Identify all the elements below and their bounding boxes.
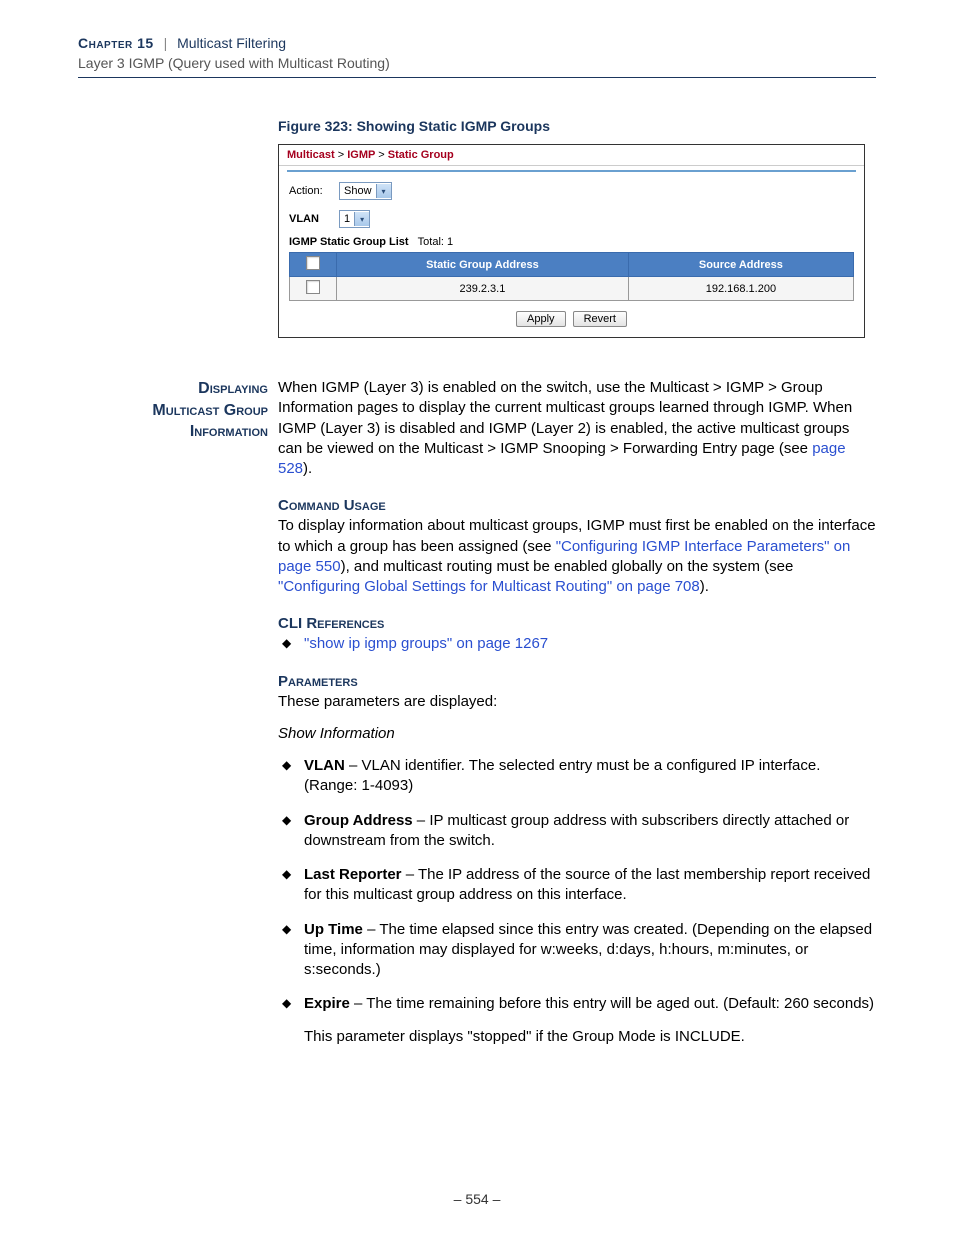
vlan-select-value: 1 bbox=[344, 213, 350, 225]
parameters-heading: Parameters bbox=[278, 673, 876, 690]
page-header: Chapter 15 | Multicast Filtering bbox=[78, 35, 876, 51]
list-item: Expire – The time remaining before this … bbox=[278, 994, 876, 1014]
show-ip-igmp-groups-link[interactable]: "show ip igmp groups" on page 1267 bbox=[304, 635, 548, 652]
margin-heading: Displaying Multicast Group Information bbox=[78, 378, 278, 1061]
param-name: VLAN bbox=[304, 757, 345, 774]
parameters-intro: These parameters are displayed: bbox=[278, 692, 876, 712]
col-checkbox bbox=[290, 253, 337, 277]
list-label-row: IGMP Static Group List Total: 1 bbox=[289, 236, 854, 248]
action-label: Action: bbox=[289, 185, 339, 197]
configuring-global-link[interactable]: "Configuring Global Settings for Multica… bbox=[278, 578, 700, 595]
header-separator: | bbox=[164, 35, 168, 51]
table-row: 239.2.3.1 192.168.1.200 bbox=[290, 277, 854, 301]
param-name: Last Reporter bbox=[304, 866, 402, 883]
margin-heading-line: Multicast Group bbox=[78, 400, 268, 422]
expire-note: This parameter displays "stopped" if the… bbox=[304, 1027, 876, 1047]
breadcrumb-sep: > bbox=[338, 149, 344, 161]
col-static-group-address: Static Group Address bbox=[337, 253, 629, 277]
vlan-select[interactable]: 1 ▾ bbox=[339, 210, 370, 228]
list-item: Group Address – IP multicast group addre… bbox=[278, 811, 876, 852]
col-source-address: Source Address bbox=[628, 253, 853, 277]
breadcrumb-part: Static Group bbox=[388, 149, 454, 161]
ui-screenshot: Multicast > IGMP > Static Group Action: … bbox=[278, 144, 865, 338]
command-usage-text: ), and multicast routing must be enabled… bbox=[341, 558, 794, 575]
cell-static-group-address: 239.2.3.1 bbox=[337, 277, 629, 301]
command-usage-text: ). bbox=[700, 578, 709, 595]
header-checkbox[interactable] bbox=[306, 256, 320, 270]
breadcrumb: Multicast > IGMP > Static Group bbox=[279, 145, 864, 166]
action-select-value: Show bbox=[344, 185, 372, 197]
param-desc: – The time elapsed since this entry was … bbox=[304, 921, 872, 979]
vlan-label: VLAN bbox=[289, 213, 339, 225]
show-information-subhead: Show Information bbox=[278, 724, 876, 744]
header-rule bbox=[78, 77, 876, 78]
margin-heading-line: Information bbox=[78, 421, 268, 443]
intro-text: ). bbox=[303, 460, 312, 477]
list-item: "show ip igmp groups" on page 1267 bbox=[278, 634, 876, 654]
action-select[interactable]: Show ▾ bbox=[339, 182, 392, 200]
static-group-table: Static Group Address Source Address 239.… bbox=[289, 252, 854, 301]
breadcrumb-part: IGMP bbox=[347, 149, 375, 161]
chevron-down-icon: ▾ bbox=[376, 184, 391, 198]
page-subheader: Layer 3 IGMP (Query used with Multicast … bbox=[78, 55, 876, 71]
command-usage-heading: Command Usage bbox=[278, 497, 876, 514]
cell-source-address: 192.168.1.200 bbox=[628, 277, 853, 301]
chapter-title: Multicast Filtering bbox=[177, 35, 286, 51]
param-desc: – VLAN identifier. The selected entry mu… bbox=[304, 757, 820, 794]
param-name: Expire bbox=[304, 995, 350, 1012]
param-name: Group Address bbox=[304, 812, 413, 829]
page-number: – 554 – bbox=[0, 1191, 954, 1207]
list-item: Last Reporter – The IP address of the so… bbox=[278, 865, 876, 906]
command-usage-paragraph: To display information about multicast g… bbox=[278, 516, 876, 597]
list-total: Total: 1 bbox=[418, 236, 453, 248]
intro-paragraph: When IGMP (Layer 3) is enabled on the sw… bbox=[278, 378, 876, 479]
param-desc: – The time remaining before this entry w… bbox=[350, 995, 874, 1012]
list-label: IGMP Static Group List bbox=[289, 236, 409, 248]
cli-references-heading: CLI References bbox=[278, 615, 876, 632]
param-name: Up Time bbox=[304, 921, 363, 938]
chapter-number: Chapter 15 bbox=[78, 35, 154, 51]
row-checkbox[interactable] bbox=[306, 280, 320, 294]
apply-button[interactable]: Apply bbox=[516, 311, 566, 327]
intro-text: When IGMP (Layer 3) is enabled on the sw… bbox=[278, 379, 852, 457]
list-item: Up Time – The time elapsed since this en… bbox=[278, 920, 876, 981]
breadcrumb-part: Multicast bbox=[287, 149, 335, 161]
list-item: VLAN – VLAN identifier. The selected ent… bbox=[278, 756, 876, 797]
figure-caption: Figure 323: Showing Static IGMP Groups bbox=[278, 118, 876, 134]
revert-button[interactable]: Revert bbox=[573, 311, 627, 327]
breadcrumb-sep: > bbox=[378, 149, 384, 161]
chevron-down-icon: ▾ bbox=[354, 212, 369, 226]
margin-heading-line: Displaying bbox=[78, 378, 268, 400]
